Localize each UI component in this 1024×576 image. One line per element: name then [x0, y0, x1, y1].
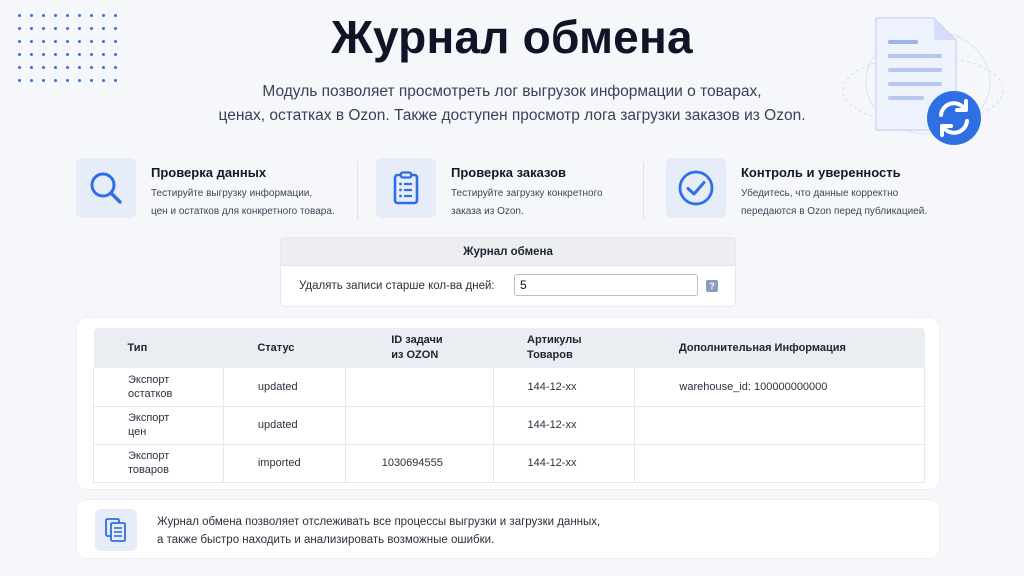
search-icon [76, 158, 136, 218]
feature-data-check: Проверка данных Тестируйте выгрузку инфо… [76, 158, 335, 222]
cell-info [634, 406, 925, 445]
cell-info [634, 444, 925, 483]
settings-panel-title: Журнал обмена [281, 238, 735, 266]
cell-type: Экспорт товаров [93, 444, 224, 483]
log-table: Тип Статус ID задачи из OZON Артикулы То… [93, 328, 925, 483]
cell-task-id: 1030694555 [345, 444, 494, 483]
clipboard-icon [376, 158, 436, 218]
settings-panel: Журнал обмена Удалять записи старше кол-… [280, 237, 736, 307]
cell-type: Экспорт остатков [93, 368, 224, 407]
days-input[interactable] [514, 274, 698, 296]
cell-articles: 144-12-xx [493, 406, 636, 445]
feature-desc: Тестируйте выгрузку информации, цен и ос… [151, 188, 335, 217]
feature-title: Проверка заказов [451, 165, 567, 180]
cell-task-id [345, 368, 494, 407]
column-header-status: Статус [223, 328, 346, 368]
feature-desc: Тестируйте загрузку конкретного заказа и… [451, 188, 603, 217]
table-row[interactable]: Экспорт остатков updated 144-12-xx wareh… [93, 368, 925, 407]
feature-desc: Убедитесь, что данные корректно передают… [741, 188, 928, 217]
cell-articles: 144-12-xx [493, 444, 636, 483]
cell-task-id [345, 406, 494, 445]
documents-icon [95, 509, 137, 551]
days-label: Удалять записи старше кол-ва дней: [299, 280, 495, 292]
cell-status: updated [223, 406, 346, 445]
help-icon[interactable]: ? [706, 280, 718, 292]
column-header-articles: Артикулы Товаров [493, 328, 635, 368]
cell-articles: 144-12-xx [493, 368, 636, 407]
check-circle-icon [666, 158, 726, 218]
table-row[interactable]: Экспорт товаров imported 1030694555 144-… [93, 444, 925, 483]
divider [357, 162, 358, 220]
table-row[interactable]: Экспорт цен updated 144-12-xx [93, 406, 925, 445]
info-note: Журнал обмена позволяет отслеживать все … [76, 499, 940, 559]
table-header-row: Тип Статус ID задачи из OZON Артикулы То… [93, 328, 925, 368]
feature-order-check: Проверка заказов Тестируйте загрузку кон… [376, 158, 603, 222]
document-sync-illustration [838, 12, 1008, 152]
note-text: Журнал обмена позволяет отслеживать все … [157, 516, 601, 546]
feature-control: Контроль и уверенность Убедитесь, что да… [666, 158, 927, 222]
cell-status: updated [223, 368, 346, 407]
cell-type: Экспорт цен [93, 406, 224, 445]
log-table-card: Тип Статус ID задачи из OZON Артикулы То… [76, 317, 940, 490]
cell-status: imported [223, 444, 346, 483]
column-header-info: Дополнительная Информация [634, 328, 925, 368]
column-header-type: Тип [93, 328, 224, 368]
feature-title: Контроль и уверенность [741, 165, 901, 180]
features-row: Проверка данных Тестируйте выгрузку инфо… [76, 158, 944, 222]
feature-title: Проверка данных [151, 165, 267, 180]
cell-info: warehouse_id: 100000000000 [634, 368, 925, 407]
column-header-task-id: ID задачи из OZON [345, 328, 494, 368]
divider [643, 162, 644, 220]
